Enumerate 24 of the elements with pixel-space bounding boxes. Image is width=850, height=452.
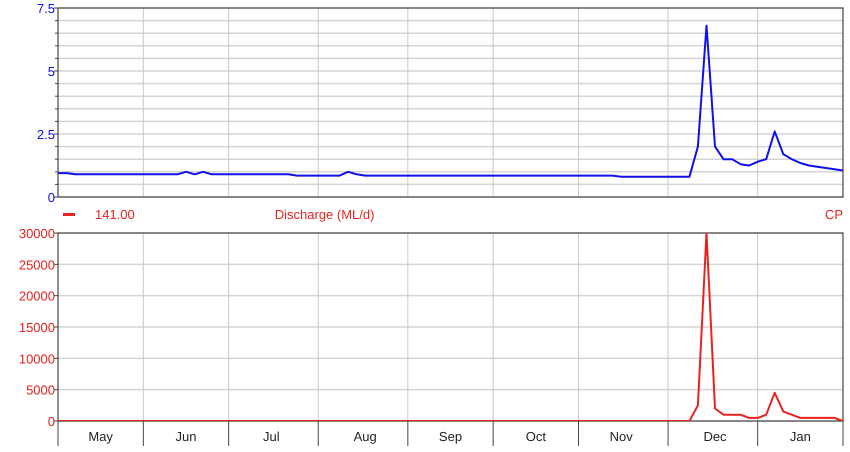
axis-tick-label: Sep: [438, 429, 462, 444]
axis-tick-label: Jul: [263, 429, 280, 444]
axis-tick-label: Nov: [610, 429, 633, 444]
axis-tick-label: Dec: [703, 429, 727, 444]
axis-tick-label: 0: [48, 190, 55, 204]
chart-title: Discharge (ML/d): [274, 206, 374, 224]
axis-tick-label: May: [88, 429, 113, 444]
site-label: CP: [824, 206, 843, 224]
axis-tick-label: 5: [48, 64, 55, 79]
legend-swatch: [63, 213, 75, 217]
axis-tick-label: Jun: [176, 429, 196, 444]
axis-tick-label: 15000: [18, 320, 55, 335]
axis-tick-label: 25000: [18, 257, 55, 272]
axis-tick-label: 5000: [26, 382, 55, 398]
axis-tick-label: 2.5: [36, 127, 55, 142]
axis-tick-label: 20000: [18, 288, 55, 304]
axis-tick-label: Oct: [526, 429, 546, 444]
axis-tick-label: 10000: [18, 351, 55, 366]
axis-tick-label: 0: [48, 414, 55, 429]
axis-tick-label: 7.5: [36, 1, 55, 16]
axis-tick-label: Jan: [790, 429, 811, 444]
axis-tick-label: 30000: [18, 226, 55, 241]
legend-value: 141.00: [95, 206, 135, 224]
axis-tick-label: Aug: [354, 429, 377, 444]
